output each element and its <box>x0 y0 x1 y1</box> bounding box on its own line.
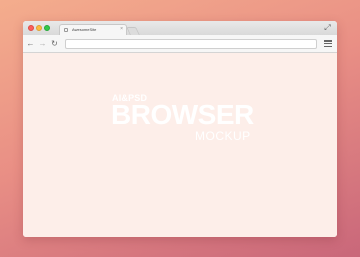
tab-close-icon[interactable]: × <box>120 26 123 33</box>
hamburger-menu-icon[interactable] <box>324 40 332 48</box>
browser-tab[interactable]: AwesomeSite × <box>59 24 127 35</box>
watermark-line-2: BROWSER <box>111 99 254 130</box>
watermark-line-3: MOCKUP <box>195 129 251 143</box>
reload-icon[interactable]: ↻ <box>50 39 59 48</box>
forward-arrow-icon[interactable]: → <box>38 39 47 48</box>
tab-title: AwesomeSite <box>72 27 97 32</box>
minimize-window-button[interactable] <box>36 25 42 31</box>
navigation-toolbar: ← → ↻ <box>23 35 337 53</box>
new-tab-button[interactable] <box>126 27 140 35</box>
watermark-logo: AI&PSD BROWSER MOCKUP <box>23 53 337 237</box>
maximize-window-button[interactable] <box>44 25 50 31</box>
title-bar: AwesomeSite × ⤢ <box>23 21 337 35</box>
address-bar-input[interactable] <box>65 39 317 49</box>
back-arrow-icon[interactable]: ← <box>26 39 35 48</box>
page-content: AI&PSD BROWSER MOCKUP <box>23 53 337 237</box>
browser-window: AwesomeSite × ⤢ ← → ↻ AI&PSD BROWSER MOC… <box>23 21 337 237</box>
close-window-button[interactable] <box>28 25 34 31</box>
fullscreen-icon[interactable]: ⤢ <box>323 23 332 32</box>
page-favicon-icon <box>64 28 68 32</box>
